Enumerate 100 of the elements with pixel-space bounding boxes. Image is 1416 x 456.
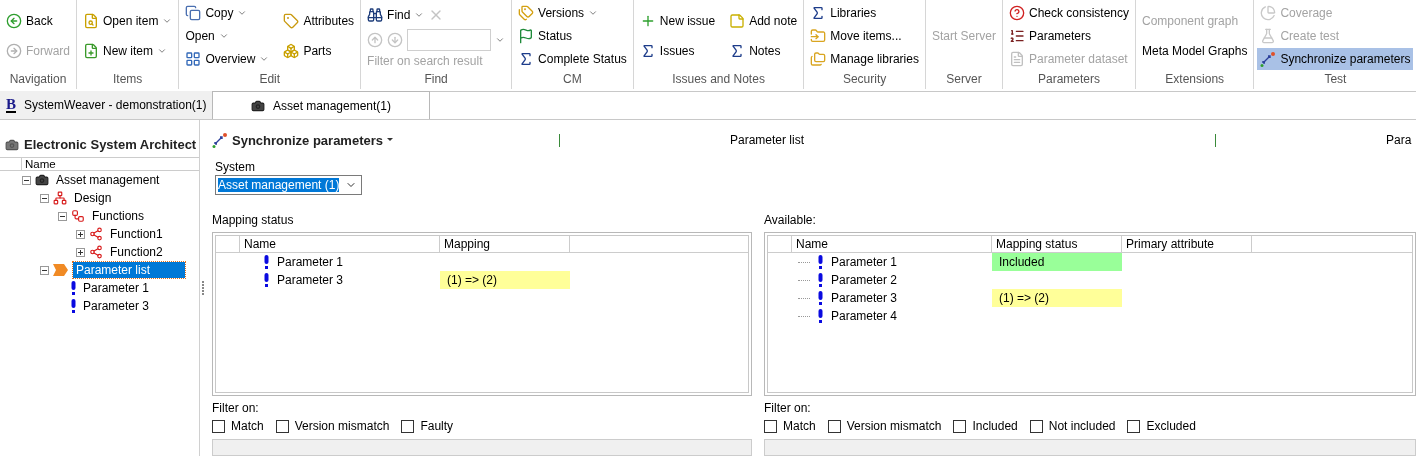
filter-checkbox[interactable]: Included	[953, 419, 1018, 433]
document-tab[interactable]: B SystemWeaver - demonstration(1)	[0, 91, 212, 119]
group-label: Issues and Notes	[671, 71, 766, 88]
table-cell: Parameter 4	[831, 309, 898, 323]
ribbon-button[interactable]: Copy	[182, 2, 273, 24]
column-header: Primary attribute	[1122, 236, 1252, 252]
filter-checkbox[interactable]: Version mismatch	[827, 419, 942, 433]
filter-checkbox[interactable]: Excluded	[1127, 419, 1196, 433]
tree-item[interactable]: Parameter 3	[80, 298, 153, 314]
status-cell: Included	[992, 253, 1122, 271]
expander[interactable]	[40, 265, 49, 275]
expander[interactable]	[76, 247, 85, 257]
tree-item[interactable]: Parameter 1	[80, 280, 153, 296]
column-header: Name	[240, 236, 440, 252]
filter-checkbox[interactable]: Not included	[1029, 419, 1116, 433]
ribbon-button[interactable]: Parameters	[1005, 25, 1132, 47]
ribbon-button[interactable]: Status	[515, 25, 630, 47]
status-cell: (1) => (2)	[440, 271, 570, 289]
table-cell: Parameter 1	[831, 255, 898, 269]
ribbon-button[interactable]: Back	[3, 9, 73, 32]
sync-icon	[212, 132, 228, 148]
ribbon-button[interactable]: Attributes	[280, 9, 358, 32]
filter-checkbox[interactable]: Match	[764, 419, 816, 433]
section-label: Available:	[764, 212, 817, 229]
ribbon-button[interactable]: Versions	[515, 2, 630, 24]
context-label: Parameter list	[730, 133, 805, 147]
search-filter-label: Filter on search result	[367, 54, 484, 68]
caret-icon	[414, 10, 425, 20]
parameter-icon	[71, 281, 76, 295]
boxes-icon	[283, 43, 300, 60]
caret-icon	[387, 138, 393, 142]
view-title-menu[interactable]: Synchronize parameters	[212, 132, 559, 148]
ribbon-button[interactable]: Manage libraries	[807, 48, 922, 70]
tree-item[interactable]: Functions	[89, 208, 148, 224]
group-label: Edit	[258, 71, 282, 88]
column-header: Mapping	[440, 236, 570, 252]
folders-icon	[810, 51, 827, 67]
dropdown-button[interactable]	[495, 35, 506, 45]
ribbon-button[interactable]: New item	[80, 40, 176, 63]
tag-icon	[283, 12, 300, 29]
group-label: Test	[1323, 71, 1348, 88]
tree-item[interactable]: Function1	[107, 226, 166, 242]
ribbon-button[interactable]: Issues	[636, 40, 719, 63]
filter-checkbox[interactable]: Version mismatch	[275, 419, 390, 433]
expander[interactable]	[58, 211, 67, 221]
ribbon-button[interactable]: Meta Model Graphs	[1139, 40, 1251, 63]
ribbon-button[interactable]: Libraries	[807, 2, 922, 24]
camera-icon	[250, 98, 265, 113]
table-cell: Parameter 1	[277, 255, 344, 269]
caret-icon	[588, 8, 599, 18]
table-cell: Parameter 3	[277, 273, 344, 287]
caret-icon	[237, 8, 248, 18]
ribbon-button[interactable]: Move items...	[807, 25, 922, 47]
column-header: Mapping status	[992, 236, 1122, 252]
filter-label: Filter on:	[764, 401, 812, 416]
ribbon-button[interactable]: New issue	[636, 9, 719, 32]
expander[interactable]	[40, 193, 49, 203]
ribbon-button[interactable]: Notes	[726, 40, 801, 63]
ribbon-button[interactable]: Complete Status	[515, 48, 630, 70]
filter-checkbox[interactable]: Match	[212, 419, 264, 433]
group-label: Navigation	[8, 71, 68, 88]
document-tab[interactable]: Asset management(1)	[212, 91, 430, 119]
pie-chart-icon	[1260, 5, 1277, 21]
parameter-icon	[818, 273, 823, 287]
filter-checkbox[interactable]: Faulty	[401, 419, 454, 433]
document-icon	[1008, 51, 1025, 67]
ribbon-button[interactable]: Overview	[182, 48, 273, 70]
tree-item[interactable]: Parameter list	[73, 262, 185, 278]
ribbon-button[interactable]: Parts	[280, 40, 358, 63]
binoculars-icon	[367, 7, 384, 23]
expander[interactable]	[22, 175, 31, 185]
ribbon-button[interactable]: Check consistency	[1005, 2, 1132, 24]
field-label: System	[215, 160, 256, 174]
tree-item[interactable]: Function2	[107, 244, 166, 260]
caret-icon	[218, 31, 229, 41]
search-field[interactable]	[407, 29, 492, 51]
system-dropdown[interactable]: Asset management (1)	[215, 175, 362, 195]
tree-item[interactable]: Asset management	[53, 172, 163, 188]
group-label: Items	[112, 71, 144, 88]
grid-icon	[185, 51, 202, 67]
expander[interactable]	[76, 229, 85, 239]
ribbon-button[interactable]: Synchronize parameters	[1257, 48, 1414, 70]
column-header: Name	[21, 158, 199, 171]
ribbon-button[interactable]: Open	[182, 25, 273, 47]
flag-icon	[518, 28, 535, 44]
list-shape-icon	[53, 264, 69, 276]
copy-icon	[185, 5, 202, 21]
group-label: Find	[423, 71, 449, 88]
section-label: Mapping status	[212, 212, 295, 229]
ribbon-button[interactable]: Add note	[726, 9, 801, 32]
table-cell: Parameter 3	[831, 291, 898, 305]
hierarchy-icon	[71, 209, 85, 223]
filter-label: Filter on:	[212, 401, 260, 416]
document-plus-icon	[83, 43, 99, 60]
group-label: CM	[562, 71, 583, 88]
tree-item[interactable]: Design	[71, 190, 115, 206]
sync-icon	[1260, 51, 1277, 67]
document-search-icon	[83, 12, 99, 29]
ribbon-button[interactable]: Find	[364, 4, 428, 26]
ribbon-button[interactable]: Open item	[80, 9, 176, 32]
